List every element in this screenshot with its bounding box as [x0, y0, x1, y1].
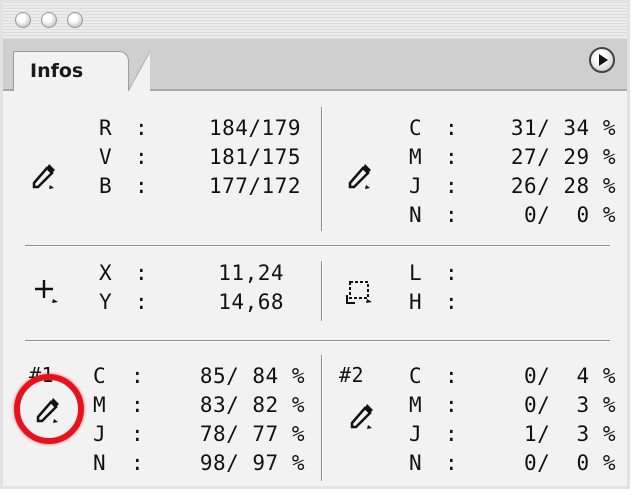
sampler1-colon: :: [131, 393, 145, 417]
position-value-y: 14,68: [218, 290, 284, 314]
rvb-value-v: 181/175: [208, 145, 301, 169]
rvb-colon: :: [135, 116, 149, 140]
minimize-window-button[interactable]: [41, 12, 57, 28]
cmjn-value-j: 26/ 28 %: [510, 174, 616, 198]
sampler2-value-c: 0/ 4 %: [523, 364, 616, 388]
section-divider: [25, 340, 610, 342]
sampler2-label-m: M: [409, 393, 423, 417]
tab-infos[interactable]: Infos: [13, 51, 150, 91]
cmjn-label-m: M: [409, 145, 423, 169]
sampler1-label-m: M: [93, 393, 107, 417]
size-label-l: L: [409, 261, 423, 285]
sampler1-label-c: C: [93, 364, 107, 388]
crosshair-icon: [35, 280, 58, 303]
selection-size-icon: [346, 281, 372, 304]
palette-menu-button[interactable]: [589, 47, 615, 73]
sampler2-value-j: 1/ 3 %: [523, 422, 616, 446]
position-label-x: X: [99, 261, 113, 285]
sampler2-colon: :: [445, 364, 459, 388]
color-sampler-icon[interactable]: [347, 401, 377, 431]
cmjn-value-m: 27/ 29 %: [510, 145, 616, 169]
vertical-divider: [321, 355, 323, 481]
cmjn-value-c: 31/ 34 %: [510, 116, 616, 140]
rvb-label-b: B: [99, 174, 113, 198]
cmjn-colon: :: [445, 145, 459, 169]
rvb-colon: :: [135, 145, 149, 169]
sampler1-colon: :: [131, 422, 145, 446]
sampler2-colon: :: [445, 393, 459, 417]
sampler2-label-c: C: [409, 364, 423, 388]
size-label-h: H: [409, 290, 423, 314]
rvb-label-v: V: [99, 145, 113, 169]
tab-infos-label: Infos: [30, 60, 84, 82]
cmjn-label-j: J: [409, 174, 423, 198]
sampler2-colon: :: [445, 451, 459, 475]
sampler2-label-n: N: [409, 451, 423, 475]
sampler2-value-m: 0/ 3 %: [523, 393, 616, 417]
section-divider: [25, 245, 610, 247]
cmjn-colon: :: [445, 174, 459, 198]
eyedropper-icon: [348, 164, 371, 189]
vertical-divider: [321, 261, 323, 321]
cmjn-label-c: C: [409, 116, 423, 140]
sampler1-label-n: N: [93, 451, 107, 475]
position-colon: :: [135, 290, 149, 314]
rvb-colon: :: [135, 174, 149, 198]
cmjn-value-n: 0/ 0 %: [523, 203, 616, 227]
sampler2-colon: :: [445, 422, 459, 446]
sampler1-label-j: J: [93, 422, 107, 446]
vertical-divider: [321, 107, 323, 231]
cmjn-label-n: N: [409, 203, 423, 227]
rvb-label-r: R: [99, 116, 113, 140]
cmjn-colon: :: [445, 116, 459, 140]
sampler2-id: #2: [339, 363, 365, 387]
sampler1-colon: :: [131, 451, 145, 475]
position-label-y: Y: [99, 290, 113, 314]
info-palette-window: Infos R V B : : : 184/179 181/175 177/17…: [0, 0, 630, 489]
position-colon: :: [135, 261, 149, 285]
position-value-x: 11,24: [218, 261, 284, 285]
sampler1-value-c: 85/ 84 %: [199, 364, 305, 388]
sampler1-value-m: 83/ 82 %: [199, 393, 305, 417]
rvb-value-r: 184/179: [208, 116, 301, 140]
rvb-value-b: 177/172: [208, 174, 301, 198]
size-colon: :: [445, 261, 459, 285]
title-bar[interactable]: [3, 3, 627, 40]
eyedropper-icon: [32, 164, 55, 189]
sampler2-value-n: 0/ 0 %: [523, 451, 616, 475]
zoom-window-button[interactable]: [67, 12, 83, 28]
sampler1-colon: :: [131, 364, 145, 388]
close-window-button[interactable]: [15, 12, 31, 28]
size-colon: :: [445, 290, 459, 314]
cmjn-colon: :: [445, 203, 459, 227]
sampler2-label-j: J: [409, 422, 423, 446]
sampler1-value-n: 98/ 97 %: [199, 451, 305, 475]
highlight-circle: [14, 374, 84, 444]
tab-strip: Infos: [3, 39, 627, 91]
sampler1-value-j: 78/ 77 %: [199, 422, 305, 446]
